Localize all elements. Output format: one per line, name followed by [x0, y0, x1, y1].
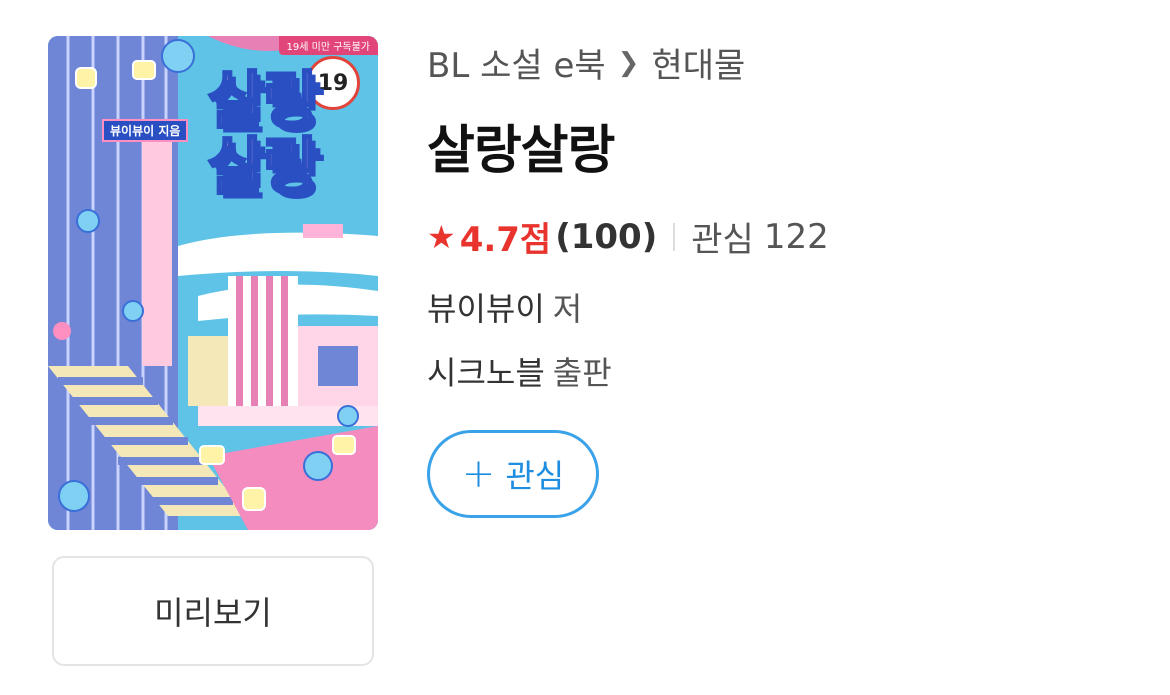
interest-count: 122	[763, 216, 829, 257]
cover-title-line2: 살랑	[206, 130, 321, 203]
author-suffix: 저	[552, 290, 583, 328]
preview-button[interactable]: 미리보기	[52, 556, 374, 666]
plus-icon: +	[461, 451, 496, 497]
book-title: 살랑살랑	[427, 121, 615, 181]
rating-count[interactable]: (100)	[555, 217, 657, 257]
publisher-suffix: 출판	[552, 354, 612, 392]
chevron-right-icon: ❯	[617, 47, 640, 78]
breadcrumb-subcategory[interactable]: 현대물	[651, 38, 745, 87]
publisher-line: 시크노블 출판	[427, 348, 612, 394]
cover-author-tag: 뷰이뷰이 지음	[102, 119, 189, 142]
follow-button[interactable]: + 관심	[427, 430, 599, 518]
author-name[interactable]: 뷰이뷰이	[427, 290, 545, 328]
breadcrumb: BL 소설 e북 ❯ 현대물	[427, 38, 745, 87]
breadcrumb-category[interactable]: BL 소설 e북	[427, 38, 606, 87]
cover-title-line1: 살랑	[206, 64, 321, 137]
age-notice: 19세 미만 구독불가	[278, 36, 378, 55]
book-cover[interactable]: 19세 미만 구독불가 19 뷰이뷰이 지음 살랑 살랑	[48, 36, 378, 530]
divider	[673, 222, 676, 251]
rating-score: 4.7점	[459, 220, 552, 260]
follow-button-label: 관심	[505, 457, 565, 495]
author-line: 뷰이뷰이 저	[427, 284, 582, 330]
rating-row: ★ 4.7점 (100) 관심 122	[427, 212, 829, 261]
cover-title: 살랑 살랑	[206, 64, 321, 203]
publisher-name[interactable]: 시크노블	[427, 354, 545, 392]
interest-label: 관심	[691, 220, 754, 260]
star-icon: ★	[427, 217, 456, 256]
